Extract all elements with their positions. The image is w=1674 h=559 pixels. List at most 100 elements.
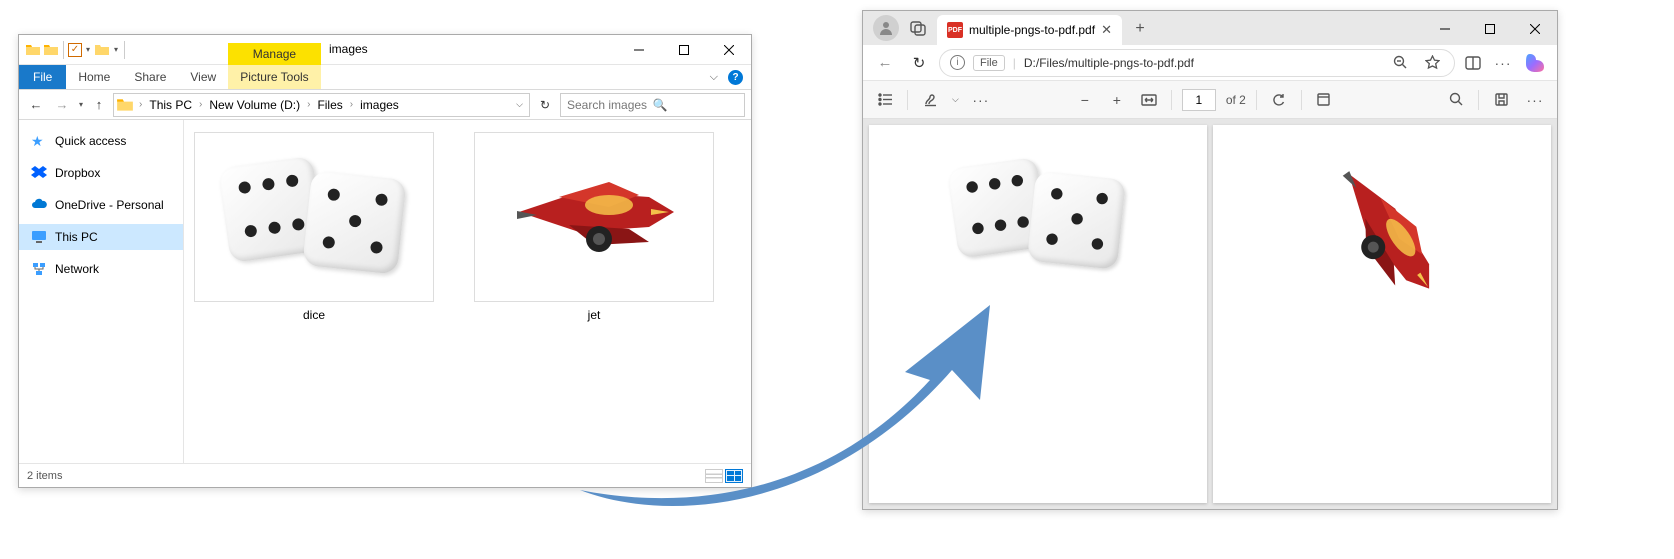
chevron-down-icon[interactable]: ⌵ bbox=[952, 94, 959, 105]
search-input[interactable]: Search images 🔍 bbox=[560, 93, 745, 117]
chevron-down-icon[interactable]: ▾ bbox=[84, 45, 92, 54]
draw-icon[interactable] bbox=[918, 88, 942, 112]
refresh-button[interactable]: ↻ bbox=[905, 49, 933, 77]
tab-share[interactable]: Share bbox=[122, 65, 178, 89]
tab-strip: PDF multiple-pngs-to-pdf.pdf ✕ + bbox=[863, 11, 1557, 45]
maximize-button[interactable] bbox=[661, 35, 706, 64]
sidebar-item-onedrive[interactable]: OneDrive - Personal bbox=[19, 192, 183, 218]
thumbnails-view-button[interactable] bbox=[725, 469, 743, 483]
chevron-right-icon[interactable]: › bbox=[347, 99, 356, 110]
view-switcher bbox=[705, 469, 743, 483]
favorite-icon[interactable] bbox=[1420, 51, 1444, 75]
explorer-titlebar: ✓ ▾ ▾ images bbox=[19, 35, 751, 65]
url-text: D:/Files/multiple-pngs-to-pdf.pdf bbox=[1024, 56, 1380, 70]
address-dropdown-icon[interactable]: ⌵ bbox=[512, 99, 527, 110]
page-number-input[interactable] bbox=[1182, 89, 1216, 111]
close-button[interactable] bbox=[706, 35, 751, 64]
window-title: images bbox=[329, 42, 628, 56]
maximize-button[interactable] bbox=[1467, 13, 1512, 45]
help-icon[interactable]: ? bbox=[728, 70, 743, 85]
file-item-dice[interactable]: dice bbox=[194, 132, 434, 322]
sidebar-item-quick-access[interactable]: ★ Quick access bbox=[19, 128, 183, 154]
dropbox-icon bbox=[31, 165, 47, 181]
network-icon bbox=[31, 261, 47, 277]
file-explorer-window: ✓ ▾ ▾ images File Home Share View bbox=[18, 34, 752, 488]
item-count: 2 items bbox=[27, 470, 62, 482]
zoom-controls: − + bbox=[1073, 88, 1161, 112]
more-icon[interactable]: ··· bbox=[969, 88, 993, 112]
separator bbox=[1171, 90, 1172, 110]
pdf-viewport[interactable] bbox=[863, 119, 1557, 509]
save-icon[interactable] bbox=[1489, 88, 1513, 112]
new-tab-button[interactable]: + bbox=[1126, 15, 1154, 43]
close-tab-button[interactable]: ✕ bbox=[1101, 22, 1112, 38]
breadcrumb-item[interactable]: This PC bbox=[145, 94, 196, 116]
window-controls bbox=[616, 35, 751, 64]
ribbon-tab-bar: File Home Share View Manage Picture Tool… bbox=[19, 65, 751, 90]
up-button[interactable]: ↑ bbox=[89, 95, 109, 115]
tab-file[interactable]: File bbox=[19, 65, 66, 89]
address-bar[interactable]: › This PC › New Volume (D:) › Files › im… bbox=[113, 93, 530, 117]
zoom-in-button[interactable]: + bbox=[1105, 88, 1129, 112]
chevron-right-icon[interactable]: › bbox=[136, 99, 145, 110]
details-view-button[interactable] bbox=[705, 469, 723, 483]
profile-button[interactable] bbox=[873, 15, 899, 41]
folder-icon bbox=[43, 42, 59, 58]
separator bbox=[1478, 90, 1479, 110]
contents-icon[interactable] bbox=[873, 88, 897, 112]
split-screen-icon[interactable] bbox=[1461, 51, 1485, 75]
page-total: of 2 bbox=[1226, 93, 1246, 107]
checkbox-icon[interactable]: ✓ bbox=[68, 43, 82, 57]
sidebar-item-this-pc[interactable]: This PC bbox=[19, 224, 183, 250]
sidebar-item-label: Network bbox=[55, 262, 99, 276]
separator bbox=[124, 41, 125, 59]
separator bbox=[1301, 90, 1302, 110]
star-icon: ★ bbox=[31, 133, 47, 149]
sidebar-item-network[interactable]: Network bbox=[19, 256, 183, 282]
url-bar[interactable]: i File | D:/Files/multiple-pngs-to-pdf.p… bbox=[939, 49, 1455, 77]
pdf-toolbar: ⌵ ··· − + of 2 ··· bbox=[863, 81, 1557, 119]
status-bar: 2 items bbox=[19, 463, 751, 487]
page-view-icon[interactable] bbox=[1312, 88, 1336, 112]
breadcrumb-item[interactable]: New Volume (D:) bbox=[205, 94, 304, 116]
fit-width-icon[interactable] bbox=[1137, 88, 1161, 112]
back-button[interactable]: ← bbox=[871, 49, 899, 77]
chevron-right-icon[interactable]: › bbox=[196, 99, 205, 110]
file-list[interactable]: dice jet bbox=[184, 120, 751, 463]
more-icon[interactable]: ··· bbox=[1523, 88, 1547, 112]
tab-picture-tools[interactable]: Manage Picture Tools bbox=[228, 65, 320, 89]
minimize-button[interactable] bbox=[1422, 13, 1467, 45]
zoom-out-button[interactable]: − bbox=[1073, 88, 1097, 112]
find-icon[interactable] bbox=[1444, 88, 1468, 112]
sidebar-item-label: OneDrive - Personal bbox=[55, 198, 164, 212]
search-icon[interactable]: 🔍 bbox=[653, 98, 739, 112]
separator: | bbox=[1013, 56, 1016, 70]
history-dropdown-icon[interactable]: ▾ bbox=[77, 100, 85, 109]
zoom-icon[interactable] bbox=[1388, 51, 1412, 75]
info-icon[interactable]: i bbox=[950, 55, 965, 70]
forward-button[interactable]: → bbox=[51, 94, 73, 116]
monitor-icon bbox=[31, 229, 47, 245]
tab-home[interactable]: Home bbox=[66, 65, 122, 89]
pdf-page-2 bbox=[1213, 125, 1551, 503]
close-button[interactable] bbox=[1512, 13, 1557, 45]
file-item-jet[interactable]: jet bbox=[474, 132, 714, 322]
refresh-button[interactable]: ↻ bbox=[534, 94, 556, 116]
breadcrumb-item[interactable]: Files bbox=[313, 94, 346, 116]
url-scheme-badge: File bbox=[973, 55, 1005, 71]
chevron-right-icon[interactable]: › bbox=[304, 99, 313, 110]
folder-icon bbox=[25, 42, 41, 58]
browser-tab[interactable]: PDF multiple-pngs-to-pdf.pdf ✕ bbox=[937, 15, 1122, 45]
explorer-body: ★ Quick access Dropbox OneDrive - Person… bbox=[19, 120, 751, 463]
workspaces-button[interactable] bbox=[905, 15, 931, 41]
breadcrumb-item[interactable]: images bbox=[356, 94, 403, 116]
menu-icon[interactable]: ··· bbox=[1491, 51, 1515, 75]
search-placeholder: Search images bbox=[567, 98, 653, 112]
tab-view[interactable]: View bbox=[178, 65, 228, 89]
sidebar-item-dropbox[interactable]: Dropbox bbox=[19, 160, 183, 186]
expand-ribbon-icon[interactable]: ⌵ bbox=[708, 71, 720, 84]
chevron-down-icon[interactable]: ▾ bbox=[112, 45, 120, 54]
rotate-icon[interactable] bbox=[1267, 88, 1291, 112]
back-button[interactable]: ← bbox=[25, 94, 47, 116]
copilot-icon[interactable] bbox=[1521, 49, 1549, 77]
